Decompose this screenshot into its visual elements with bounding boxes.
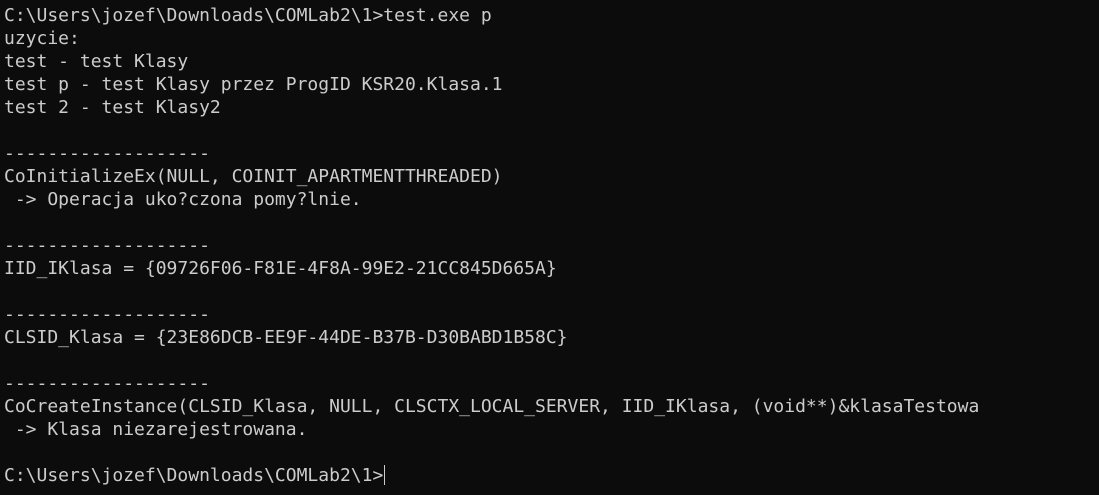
text-cursor xyxy=(384,465,386,485)
terminal-line-separator: ------------------- xyxy=(4,373,210,394)
terminal-line-usage-header: uzycie: xyxy=(4,28,80,49)
terminal-line-separator: ------------------- xyxy=(4,304,210,325)
terminal-line-separator: ------------------- xyxy=(4,143,210,164)
terminal-line-usage-2: test p - test Klasy przez ProgID KSR20.K… xyxy=(4,74,503,95)
terminal-line-usage-1: test - test Klasy xyxy=(4,51,189,72)
terminal-prompt: C:\Users\jozef\Downloads\COMLab2\1> xyxy=(4,465,384,486)
terminal-line-coinitialize: CoInitializeEx(NULL, COINIT_APARTMENTTHR… xyxy=(4,166,503,187)
terminal-line-clsid: CLSID_Klasa = {23E86DCB-EE9F-44DE-B37B-D… xyxy=(4,327,568,348)
terminal-line-usage-3: test 2 - test Klasy2 xyxy=(4,97,221,118)
terminal-line-coinitialize-result: -> Operacja uko?czona pomy?lnie. xyxy=(4,189,362,210)
terminal-line-command: C:\Users\jozef\Downloads\COMLab2\1>test.… xyxy=(4,5,492,26)
terminal-line-cocreateinstance: CoCreateInstance(CLSID_Klasa, NULL, CLSC… xyxy=(4,396,980,417)
terminal-window[interactable]: C:\Users\jozef\Downloads\COMLab2\1>test.… xyxy=(0,0,1099,495)
terminal-line-separator: ------------------- xyxy=(4,235,210,256)
terminal-line-iid: IID_IKlasa = {09726F06-F81E-4F8A-99E2-21… xyxy=(4,258,557,279)
terminal-prompt-line[interactable]: C:\Users\jozef\Downloads\COMLab2\1> xyxy=(4,464,386,487)
terminal-line-cocreateinstance-result: -> Klasa niezarejestrowana. xyxy=(4,419,308,440)
